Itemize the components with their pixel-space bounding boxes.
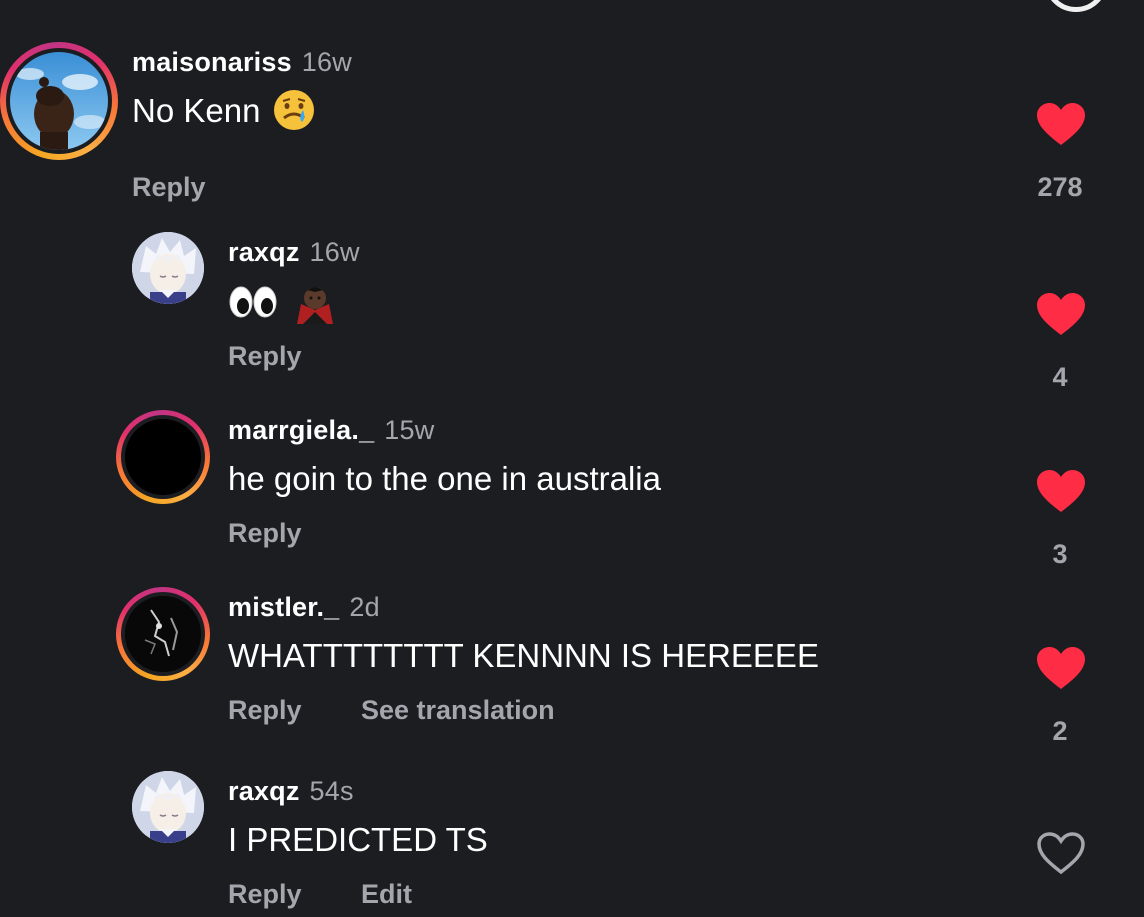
reply-button[interactable]: Reply [228,879,302,910]
vampire-icon [297,287,334,324]
avatar[interactable] [125,596,201,672]
comment-timestamp: 54s [309,776,354,806]
comment-username[interactable]: marrgiela._ 15w [228,415,434,446]
heart-icon[interactable] [1036,646,1086,690]
comment-username[interactable]: mistler._ 2d [228,592,380,623]
comment-username[interactable]: raxqz 54s [228,776,354,807]
eyes-icon [229,286,277,318]
comment-username[interactable]: maisonariss 16w [132,47,352,78]
comment-text: he goin to the one in australia [228,460,661,497]
heart-icon[interactable] [1036,292,1086,336]
reply-button[interactable]: Reply [228,518,302,549]
profile-circle-icon[interactable] [1044,0,1108,12]
comment-text: I PREDICTED TS [228,821,488,858]
avatar[interactable] [10,52,108,150]
comment-username[interactable]: raxqz 16w [228,237,360,268]
like-count: 278 [1037,172,1083,202]
edit-button[interactable]: Edit [361,879,412,910]
comment-timestamp: 16w [309,237,360,267]
comment-text: WHATTTTTTTT KENNNN IS HEREEEE [228,637,819,674]
story-ring[interactable] [0,42,118,160]
reply-button[interactable]: Reply [132,172,206,203]
avatar[interactable] [132,771,204,843]
heart-icon[interactable] [1036,102,1086,146]
crying-face-icon [273,90,314,131]
comment-text: No Kenn [132,90,316,132]
avatar[interactable] [132,232,204,304]
like-count: 3 [1052,539,1068,569]
story-ring[interactable] [116,410,210,504]
story-ring[interactable] [116,587,210,681]
heart-outline-icon[interactable] [1036,831,1086,875]
heart-icon[interactable] [1036,469,1086,513]
comment-timestamp: 16w [301,47,352,77]
reply-button[interactable]: Reply [228,341,302,372]
comment-timestamp: 2d [349,592,380,622]
comment-timestamp: 15w [384,415,435,445]
see-translation-button[interactable]: See translation [361,695,555,726]
like-count: 2 [1052,716,1068,746]
avatar[interactable] [125,419,201,495]
comment-text [228,280,337,324]
reply-button[interactable]: Reply [228,695,302,726]
like-count: 4 [1052,362,1068,392]
